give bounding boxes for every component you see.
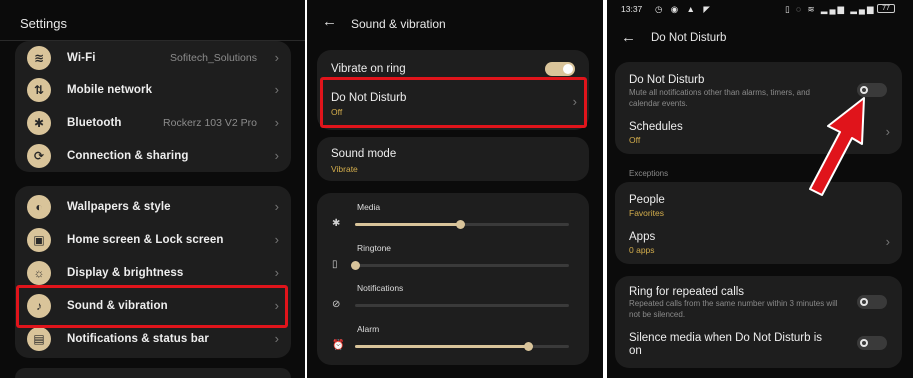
- sound-vibration-panel: ← Sound & vibration Vibrate on ring Do N…: [305, 0, 603, 378]
- vibrate-icon: ▯: [332, 259, 338, 270]
- screenshot-composite: Settings ≋ Wi-Fi Sofitech_Solutions › ⇅ …: [0, 0, 913, 378]
- settings-group-more: [15, 368, 291, 378]
- back-arrow-icon[interactable]: ←: [322, 13, 337, 30]
- slider-fill: [355, 345, 529, 348]
- settings-group-connectivity: ≋ Wi-Fi Sofitech_Solutions › ⇅ Mobile ne…: [15, 41, 291, 172]
- highlight-box: [16, 285, 288, 328]
- notifications-icon: ▤: [27, 326, 51, 351]
- home-screen-icon: ▣: [27, 227, 51, 252]
- sound-mode-label: Sound mode: [331, 148, 397, 160]
- status-time: 13:37: [621, 4, 643, 14]
- page-title: Do Not Disturb: [651, 32, 727, 44]
- notifications-muted-icon: ⊘: [332, 299, 341, 310]
- sound-mode-row[interactable]: Sound mode Vibrate: [317, 137, 589, 181]
- palette-icon: ◐: [27, 194, 51, 219]
- media-volume-slider[interactable]: [355, 220, 569, 229]
- slider-thumb[interactable]: [524, 342, 534, 351]
- connection-icon: ⟳: [27, 143, 51, 168]
- apps-label: Apps: [629, 231, 656, 243]
- settings-item-label: Wallpapers & style: [67, 200, 171, 213]
- vibrate-on-ring-toggle[interactable]: [545, 62, 575, 76]
- repeat-calls-toggle[interactable]: [857, 295, 887, 309]
- battery-icon: 77: [877, 4, 895, 13]
- settings-item-label: Display & brightness: [67, 266, 184, 279]
- do-not-disturb-panel: 13:37 ◷ ◉ ▲ ◤ ▯ ◌ ≋ ▂▄▆ ▂▄▆ 77 ← Do Not …: [605, 0, 913, 378]
- chevron-right-icon: ›: [274, 331, 279, 346]
- repeat-calls-label: Ring for repeated calls: [629, 286, 745, 298]
- chevron-right-icon: ›: [274, 82, 279, 97]
- settings-item-label: Home screen & Lock screen: [67, 233, 224, 246]
- slider-label-media: Media: [357, 202, 381, 212]
- chevron-right-icon: ›: [885, 234, 890, 249]
- settings-item-bluetooth[interactable]: ✱ Bluetooth Rockerz 103 V2 Pro ›: [15, 106, 291, 139]
- chevron-right-icon: ›: [274, 265, 279, 280]
- slider-label-alarm: Alarm: [357, 324, 380, 334]
- settings-item-mobile-network[interactable]: ⇅ Mobile network ›: [15, 73, 291, 106]
- apps-value: 0 apps: [629, 245, 655, 255]
- vibrate-on-ring-label: Vibrate on ring: [331, 63, 406, 75]
- settings-item-home-lock-screen[interactable]: ▣ Home screen & Lock screen ›: [15, 223, 291, 256]
- silence-media-label: Silence media when Do Not Disturb is on: [629, 332, 823, 357]
- brightness-icon: ☼: [27, 260, 51, 285]
- people-value: Favorites: [629, 208, 664, 218]
- chevron-right-icon: ›: [274, 50, 279, 65]
- settings-item-label: Wi-Fi: [67, 51, 96, 64]
- settings-item-label: Mobile network: [67, 83, 153, 96]
- toggle-knob: [563, 64, 573, 74]
- bluetooth-icon: ✱: [27, 110, 51, 135]
- wifi-icon: ≋: [27, 45, 51, 70]
- slider-thumb[interactable]: [351, 261, 360, 270]
- schedules-label: Schedules: [629, 121, 683, 133]
- mobile-network-icon: ⇅: [27, 77, 51, 102]
- calls-card: Ring for repeated calls Repeated calls f…: [615, 276, 902, 368]
- chevron-right-icon: ›: [274, 148, 279, 163]
- settings-item-wallpapers[interactable]: ◐ Wallpapers & style ›: [15, 190, 291, 223]
- exceptions-header: Exceptions: [629, 169, 669, 178]
- ringtone-volume-slider[interactable]: [351, 261, 569, 270]
- bluetooth-icon: ✱: [332, 218, 341, 229]
- settings-group-personalization: ◐ Wallpapers & style › ▣ Home screen & L…: [15, 186, 291, 358]
- status-signal-icons: ▯ ◌ ≋ ▂▄▆ ▂▄▆: [785, 4, 876, 14]
- chevron-right-icon: ›: [885, 124, 890, 139]
- slider-thumb[interactable]: [455, 220, 465, 229]
- settings-panel: Settings ≋ Wi-Fi Sofitech_Solutions › ⇅ …: [0, 0, 305, 378]
- alarm-icon: ⏰: [332, 340, 345, 351]
- toggle-knob: [860, 298, 868, 306]
- red-arrow-annotation: [809, 97, 865, 196]
- settings-item-value: Sofitech_Solutions: [170, 51, 257, 64]
- highlight-box: [320, 77, 587, 128]
- settings-item-wifi[interactable]: ≋ Wi-Fi Sofitech_Solutions ›: [15, 41, 291, 74]
- chevron-right-icon: ›: [274, 232, 279, 247]
- slider-label-ringtone: Ringtone: [357, 243, 392, 253]
- repeat-calls-description: Repeated calls from the same number with…: [629, 299, 838, 319]
- settings-item-value: Rockerz 103 V2 Pro: [163, 116, 257, 129]
- slider-fill: [355, 223, 460, 226]
- toggle-knob: [860, 339, 868, 347]
- volume-card: Media ✱ Ringtone ▯ Notifications ⊘ Alarm…: [317, 193, 589, 365]
- settings-item-label: Bluetooth: [67, 116, 122, 129]
- page-title: Settings: [20, 16, 67, 31]
- status-notification-icons: ◷ ◉ ▲ ◤: [655, 4, 713, 14]
- chevron-right-icon: ›: [274, 115, 279, 130]
- page-title: Sound & vibration: [351, 17, 446, 31]
- sound-mode-value: Vibrate: [331, 164, 358, 174]
- apps-row[interactable]: Apps 0 apps ›: [615, 220, 902, 260]
- slider-label-notifications: Notifications: [357, 283, 404, 293]
- back-arrow-icon[interactable]: ←: [621, 29, 636, 46]
- chevron-right-icon: ›: [274, 199, 279, 214]
- settings-item-connection-sharing[interactable]: ⟳ Connection & sharing ›: [15, 139, 291, 172]
- settings-item-label: Connection & sharing: [67, 149, 189, 162]
- settings-item-label: Notifications & status bar: [67, 332, 209, 345]
- schedules-value: Off: [629, 135, 641, 145]
- silence-media-toggle[interactable]: [857, 336, 887, 350]
- notifications-volume-slider[interactable]: [355, 304, 569, 307]
- alarm-volume-slider[interactable]: [355, 342, 569, 351]
- dnd-label: Do Not Disturb: [629, 74, 705, 86]
- people-label: People: [629, 194, 665, 206]
